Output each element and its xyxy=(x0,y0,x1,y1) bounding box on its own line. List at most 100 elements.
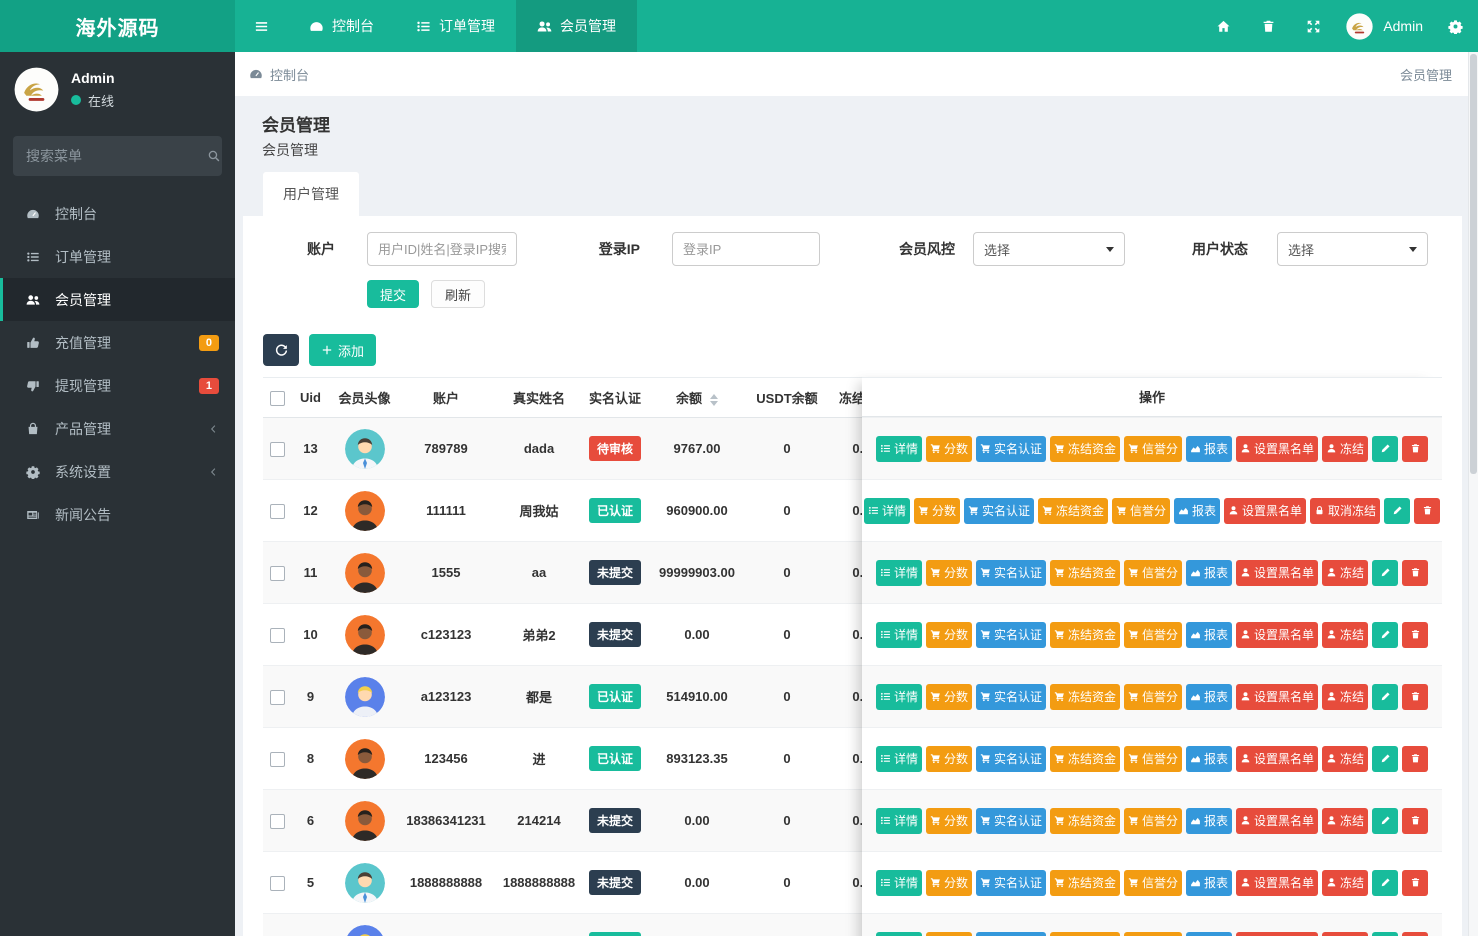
sidebar-item-withdraw[interactable]: 提现管理 1 xyxy=(0,364,235,407)
action-set-blacklist-button[interactable]: 设置黑名单 xyxy=(1236,435,1319,462)
row-checkbox[interactable] xyxy=(269,627,285,643)
action-report-button[interactable]: 报表 xyxy=(1174,497,1221,524)
action-credit-score-button[interactable]: 信誉分 xyxy=(1124,683,1183,710)
action-real-name-auth-button[interactable]: 实名认证 xyxy=(975,931,1046,936)
action-freeze-button[interactable]: 冻结 xyxy=(1322,745,1369,772)
action-real-name-auth-button[interactable]: 实名认证 xyxy=(975,559,1046,586)
sort-icon[interactable] xyxy=(710,393,718,406)
action-real-name-auth-button[interactable]: 实名认证 xyxy=(975,745,1046,772)
action-freeze-funds-button[interactable]: 冻结资金 xyxy=(1049,931,1120,936)
action-report-button[interactable]: 报表 xyxy=(1186,869,1233,896)
risk-select[interactable]: 选择 xyxy=(973,232,1125,266)
action-set-blacklist-button[interactable]: 设置黑名单 xyxy=(1236,745,1319,772)
action-delete-button[interactable] xyxy=(1402,807,1429,834)
row-checkbox[interactable] xyxy=(269,565,285,581)
action-credit-score-button[interactable]: 信誉分 xyxy=(1124,559,1183,586)
action-set-blacklist-button[interactable]: 设置黑名单 xyxy=(1236,621,1319,648)
row-checkbox[interactable] xyxy=(269,875,285,891)
action-report-button[interactable]: 报表 xyxy=(1186,621,1233,648)
action-credit-score-button[interactable]: 信誉分 xyxy=(1124,931,1183,936)
action-real-name-auth-button[interactable]: 实名认证 xyxy=(975,869,1046,896)
select-all-checkbox[interactable] xyxy=(269,390,285,406)
action-freeze-funds-button[interactable]: 冻结资金 xyxy=(1049,435,1120,462)
action-edit-button[interactable] xyxy=(1372,683,1399,710)
action-freeze-funds-button[interactable]: 冻结资金 xyxy=(1049,745,1120,772)
action-edit-button[interactable] xyxy=(1372,745,1399,772)
action-score-button[interactable]: 分数 xyxy=(925,435,972,462)
nav-item-members[interactable]: 会员管理 xyxy=(516,0,637,52)
action-real-name-auth-button[interactable]: 实名认证 xyxy=(975,435,1046,462)
sidebar-item-news[interactable]: 新闻公告 xyxy=(0,493,235,536)
action-freeze-funds-button[interactable]: 冻结资金 xyxy=(1037,497,1108,524)
nav-item-dashboard[interactable]: 控制台 xyxy=(288,0,395,52)
action-freeze-button[interactable]: 冻结 xyxy=(1322,559,1369,586)
action-credit-score-button[interactable]: 信誉分 xyxy=(1124,869,1183,896)
action-delete-button[interactable] xyxy=(1402,869,1429,896)
action-report-button[interactable]: 报表 xyxy=(1186,745,1233,772)
action-credit-score-button[interactable]: 信誉分 xyxy=(1112,497,1171,524)
action-edit-button[interactable] xyxy=(1384,497,1411,524)
action-delete-button[interactable] xyxy=(1402,435,1429,462)
action-score-button[interactable]: 分数 xyxy=(913,497,960,524)
action-freeze-button[interactable]: 冻结 xyxy=(1322,621,1369,648)
action-set-blacklist-button[interactable]: 设置黑名单 xyxy=(1236,683,1319,710)
action-details-button[interactable]: 详情 xyxy=(875,621,922,648)
nav-item-orders[interactable]: 订单管理 xyxy=(395,0,516,52)
action-score-button[interactable]: 分数 xyxy=(925,559,972,586)
breadcrumb[interactable]: 控制台 xyxy=(249,65,309,84)
action-freeze-funds-button[interactable]: 冻结资金 xyxy=(1049,807,1120,834)
action-edit-button[interactable] xyxy=(1372,621,1399,648)
action-delete-button[interactable] xyxy=(1402,559,1429,586)
action-credit-score-button[interactable]: 信誉分 xyxy=(1124,621,1183,648)
refresh-button[interactable]: 刷新 xyxy=(431,280,486,308)
action-edit-button[interactable] xyxy=(1372,559,1399,586)
row-checkbox[interactable] xyxy=(269,751,285,767)
action-edit-button[interactable] xyxy=(1372,435,1399,462)
action-edit-button[interactable] xyxy=(1372,931,1399,936)
sidebar-toggle-button[interactable] xyxy=(235,0,288,52)
sidebar-item-dashboard[interactable]: 控制台 xyxy=(0,192,235,235)
sidebar-item-members[interactable]: 会员管理 xyxy=(0,278,235,321)
scrollbar[interactable] xyxy=(1468,52,1478,936)
action-report-button[interactable]: 报表 xyxy=(1186,559,1233,586)
action-freeze-button[interactable]: 冻结 xyxy=(1322,931,1369,936)
action-unfreeze-button[interactable]: 取消冻结 xyxy=(1310,497,1381,524)
sidebar-item-orders[interactable]: 订单管理 xyxy=(0,235,235,278)
action-credit-score-button[interactable]: 信誉分 xyxy=(1124,745,1183,772)
action-freeze-funds-button[interactable]: 冻结资金 xyxy=(1049,621,1120,648)
action-score-button[interactable]: 分数 xyxy=(925,869,972,896)
action-details-button[interactable]: 详情 xyxy=(875,745,922,772)
submit-button[interactable]: 提交 xyxy=(367,280,420,308)
login-ip-input[interactable] xyxy=(672,232,820,266)
home-button[interactable] xyxy=(1201,0,1246,52)
action-delete-button[interactable] xyxy=(1414,497,1441,524)
user-status-select[interactable]: 选择 xyxy=(1277,232,1428,266)
action-credit-score-button[interactable]: 信誉分 xyxy=(1124,435,1183,462)
action-score-button[interactable]: 分数 xyxy=(925,745,972,772)
action-report-button[interactable]: 报表 xyxy=(1186,683,1233,710)
action-freeze-button[interactable]: 冻结 xyxy=(1322,683,1369,710)
action-freeze-button[interactable]: 冻结 xyxy=(1322,869,1369,896)
col-balance-header[interactable]: 余额 xyxy=(645,377,749,418)
action-score-button[interactable]: 分数 xyxy=(925,683,972,710)
action-delete-button[interactable] xyxy=(1402,621,1429,648)
action-real-name-auth-button[interactable]: 实名认证 xyxy=(975,807,1046,834)
action-freeze-funds-button[interactable]: 冻结资金 xyxy=(1049,559,1120,586)
action-delete-button[interactable] xyxy=(1402,931,1429,936)
action-delete-button[interactable] xyxy=(1402,745,1429,772)
action-credit-score-button[interactable]: 信誉分 xyxy=(1124,807,1183,834)
fullscreen-button[interactable] xyxy=(1291,0,1336,52)
action-details-button[interactable]: 详情 xyxy=(875,683,922,710)
action-details-button[interactable]: 详情 xyxy=(875,807,922,834)
action-report-button[interactable]: 报表 xyxy=(1186,435,1233,462)
sidebar-item-products[interactable]: 产品管理 xyxy=(0,407,235,450)
action-freeze-funds-button[interactable]: 冻结资金 xyxy=(1049,683,1120,710)
action-details-button[interactable]: 详情 xyxy=(863,497,910,524)
action-edit-button[interactable] xyxy=(1372,869,1399,896)
action-score-button[interactable]: 分数 xyxy=(925,931,972,936)
action-report-button[interactable]: 报表 xyxy=(1186,807,1233,834)
action-score-button[interactable]: 分数 xyxy=(925,621,972,648)
table-refresh-button[interactable] xyxy=(263,334,299,366)
sidebar-item-settings[interactable]: 系统设置 xyxy=(0,450,235,493)
row-checkbox[interactable] xyxy=(269,503,285,519)
